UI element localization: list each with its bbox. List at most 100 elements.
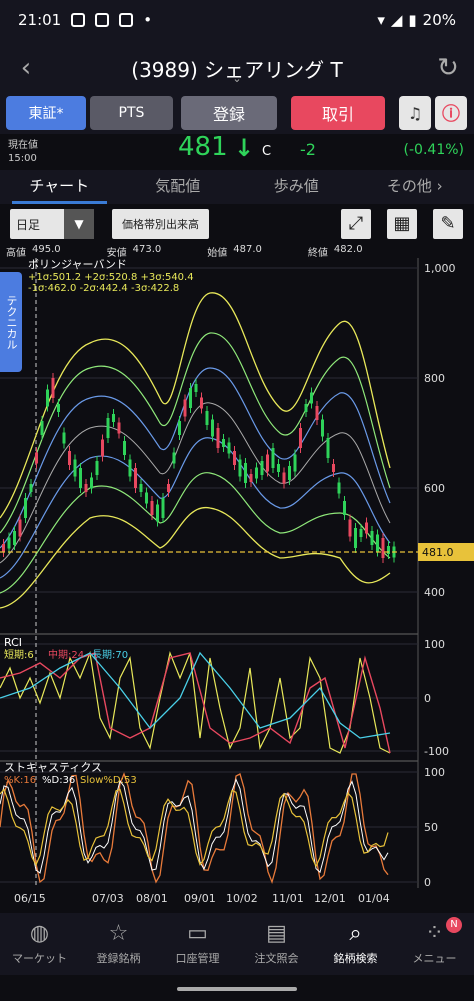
battery-percent: 20% <box>422 11 456 29</box>
chart-svg[interactable]: ボリンジャーバンド +1σ:501.2 +2σ:520.8 +3σ:540.4 … <box>0 258 474 913</box>
nav-market[interactable]: ◍ マーケット <box>0 913 79 975</box>
x-label-0104: 01/04 <box>358 892 390 905</box>
back-icon[interactable]: ‹ <box>12 53 40 83</box>
bell-icon[interactable]: ♫ <box>399 96 431 130</box>
market-tse-button[interactable]: 東証* <box>6 96 86 130</box>
quote-row: 現在値 15:00 481 ↓ C -2 (-0.41%) <box>0 132 474 170</box>
tab-ticks[interactable]: 歩み値 <box>237 170 356 204</box>
bb-legend-lower: -1σ:462.0 -2σ:442.4 -3σ:422.8 <box>28 283 179 294</box>
battery-icon: ▮ <box>408 11 417 29</box>
nav-watchlist-label: 登録銘柄 <box>96 952 141 965</box>
x-label-1101: 11/01 <box>272 892 304 905</box>
mail-icon <box>95 13 110 27</box>
rci-tick-100: 100 <box>424 638 445 651</box>
x-label-0801: 08/01 <box>136 892 168 905</box>
star-icon: ☆ <box>108 921 129 946</box>
card-icon: ▭ <box>187 921 208 946</box>
x-label-0703: 07/03 <box>92 892 124 905</box>
refresh-icon[interactable]: ↻ <box>434 53 462 83</box>
globe-icon: ◍ <box>29 921 50 946</box>
low-value: 473.0 <box>132 244 162 255</box>
x-label-0901: 09/01 <box>184 892 216 905</box>
chart-area[interactable]: ボリンジャーバンド +1σ:501.2 +2σ:520.8 +3σ:540.4 … <box>0 258 474 913</box>
low-label: 安値 <box>106 248 127 259</box>
nav-menu[interactable]: ⁘ メニュー N <box>395 913 474 975</box>
new-badge: N <box>446 917 462 933</box>
status-time: 21:01 <box>18 11 62 29</box>
home-indicator[interactable] <box>177 987 297 991</box>
current-price: 481 <box>178 132 228 162</box>
ohlc-row: 高値 495.0 安値 473.0 始値 487.0 終値 482.0 <box>0 244 474 259</box>
info-icon[interactable]: ⓘ <box>435 96 467 130</box>
caret-down-icon: ▼ <box>64 209 94 239</box>
tab-chart[interactable]: チャート <box>0 170 119 204</box>
search-icon: ⌕ <box>349 921 362 946</box>
technical-side-tab[interactable]: テクニカル <box>0 272 22 372</box>
app-icon <box>119 13 134 27</box>
quote-time: 15:00 <box>8 153 37 164</box>
price-change-percent: (-0.41%) <box>403 142 464 158</box>
nav-menu-label: メニュー <box>412 952 457 965</box>
price-change: -2 <box>300 140 316 159</box>
system-nav <box>0 975 474 1001</box>
rci-tick-neg100: -100 <box>424 745 449 758</box>
stoch-tick-50: 50 <box>424 821 438 834</box>
current-price-label: 現在値 <box>8 140 38 151</box>
market-pts-button[interactable]: PTS <box>90 96 173 130</box>
expand-icon[interactable]: ⤢ <box>341 209 371 239</box>
price-tick-800: 800 <box>424 372 445 385</box>
chevron-right-icon: › <box>436 177 443 195</box>
nav-search[interactable]: ⌕ 銘柄検索 <box>316 913 395 975</box>
menu-grid-icon: ⁘ <box>425 921 444 946</box>
trade-button[interactable]: 取引 <box>291 96 385 130</box>
register-button[interactable]: 登録 <box>181 96 277 130</box>
stoch-legend-d: %D:36 <box>42 775 75 786</box>
notification-icon <box>71 13 86 27</box>
nav-watchlist[interactable]: ☆ 登録銘柄 <box>79 913 158 975</box>
close-value: 482.0 <box>333 244 363 255</box>
x-label-1002: 10/02 <box>226 892 258 905</box>
x-label-1201: 12/01 <box>314 892 346 905</box>
price-tick-600: 600 <box>424 482 445 495</box>
down-arrow-icon: ↓ <box>234 134 255 162</box>
close-label: 終値 <box>307 248 328 259</box>
dot-icon: • <box>143 11 153 29</box>
rci-legend-short: 短期:6 <box>4 648 34 661</box>
period-select[interactable]: 日足 ▼ <box>10 209 94 239</box>
price-tick-400: 400 <box>424 586 445 599</box>
high-label: 高値 <box>6 248 26 259</box>
price-tick-1000: 1,000 <box>424 262 456 275</box>
rci-title: RCI <box>4 636 22 649</box>
nav-orders[interactable]: ▤ 注文照会 <box>237 913 316 975</box>
nav-account-label: 口座管理 <box>175 952 220 965</box>
status-bar: 21:01 • ▾ ◢ ▮ 20% <box>0 0 474 40</box>
grid-icon[interactable]: ▦ <box>387 209 417 239</box>
chevron-down-icon: ⌄ <box>232 71 242 85</box>
nav-orders-label: 注文照会 <box>254 952 299 965</box>
nav-account[interactable]: ▭ 口座管理 <box>158 913 237 975</box>
current-price-tag-text: 481.0 <box>422 546 454 559</box>
nav-search-label: 銘柄検索 <box>333 952 378 965</box>
high-value: 495.0 <box>32 244 61 255</box>
stoch-tick-0: 0 <box>424 876 431 889</box>
tab-other-label: その他 <box>386 177 432 195</box>
signal-icon: ◢ <box>390 11 403 29</box>
rci-tick-0: 0 <box>424 692 431 705</box>
volume-by-price-button[interactable]: 価格帯別出来高 <box>112 209 209 239</box>
x-label-0615: 06/15 <box>14 892 46 905</box>
bb-legend-upper: +1σ:501.2 +2σ:520.8 +3σ:540.4 <box>28 272 194 283</box>
rci-legend-mid: 中期:24 <box>48 648 84 661</box>
app-header: ‹ (3989) シェアリング T ⌄ ↻ <box>0 40 474 96</box>
open-label: 始値 <box>207 248 228 259</box>
pencil-icon[interactable]: ✎ <box>433 209 463 239</box>
bottom-nav: ◍ マーケット ☆ 登録銘柄 ▭ 口座管理 ▤ 注文照会 ⌕ 銘柄検索 ⁘ メニュー N <box>0 913 474 975</box>
stoch-title: ストキャスティクス <box>4 761 102 774</box>
wifi-icon: ▾ <box>377 11 385 29</box>
stoch-legend-slowd: Slow%D:53 <box>80 775 137 786</box>
stock-title[interactable]: (3989) シェアリング T ⌄ <box>40 54 434 85</box>
stoch-legend-k: %K:16 <box>4 775 36 786</box>
stoch-tick-100: 100 <box>424 766 445 779</box>
tab-quotes[interactable]: 気配値 <box>119 170 238 204</box>
tab-other[interactable]: その他 › <box>356 170 474 204</box>
nav-market-label: マーケット <box>12 952 67 965</box>
